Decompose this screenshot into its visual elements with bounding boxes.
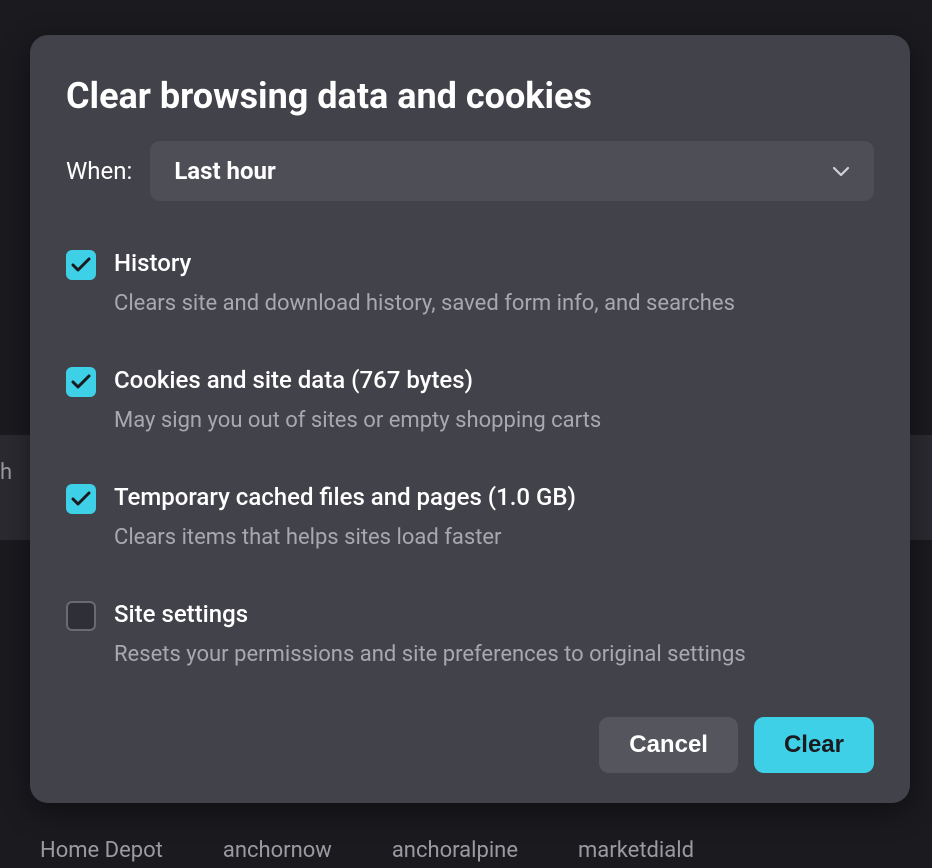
clear-data-dialog: Clear browsing data and cookies When: La…: [30, 35, 910, 803]
option-desc: Clears items that helps sites load faste…: [114, 525, 874, 550]
checkbox-cache[interactable]: [66, 484, 96, 514]
chevron-down-icon: [832, 165, 850, 177]
checkbox-site-settings[interactable]: [66, 601, 96, 631]
bg-item: anchornow: [223, 838, 332, 863]
option-title: Site settings: [114, 600, 874, 628]
background-text-fragment: h: [0, 460, 12, 485]
when-label: When:: [66, 157, 132, 185]
option-desc: May sign you out of sites or empty shopp…: [114, 408, 874, 433]
option-title: Cookies and site data (767 bytes): [114, 366, 874, 394]
option-desc: Resets your permissions and site prefere…: [114, 642, 874, 667]
option-history: History Clears site and download history…: [66, 249, 874, 316]
option-cookies: Cookies and site data (767 bytes) May si…: [66, 366, 874, 433]
checkbox-history[interactable]: [66, 250, 96, 280]
option-site-settings: Site settings Resets your permissions an…: [66, 600, 874, 667]
option-desc: Clears site and download history, saved …: [114, 291, 874, 316]
time-range-value: Last hour: [174, 157, 275, 185]
option-title: Temporary cached files and pages (1.0 GB…: [114, 483, 874, 511]
option-title: History: [114, 249, 874, 277]
time-range-select[interactable]: Last hour: [150, 141, 874, 201]
option-cache: Temporary cached files and pages (1.0 GB…: [66, 483, 874, 550]
bg-item: anchoralpine: [392, 838, 518, 863]
clear-button[interactable]: Clear: [754, 717, 874, 773]
bg-item: marketdiald: [578, 838, 694, 863]
dialog-actions: Cancel Clear: [66, 717, 874, 773]
time-range-row: When: Last hour: [66, 141, 874, 201]
background-shortcuts: Home Depot anchornow anchoralpine market…: [0, 838, 932, 863]
checkbox-cookies[interactable]: [66, 367, 96, 397]
cancel-button[interactable]: Cancel: [599, 717, 738, 773]
dialog-title: Clear browsing data and cookies: [66, 75, 874, 117]
bg-item: Home Depot: [40, 838, 163, 863]
